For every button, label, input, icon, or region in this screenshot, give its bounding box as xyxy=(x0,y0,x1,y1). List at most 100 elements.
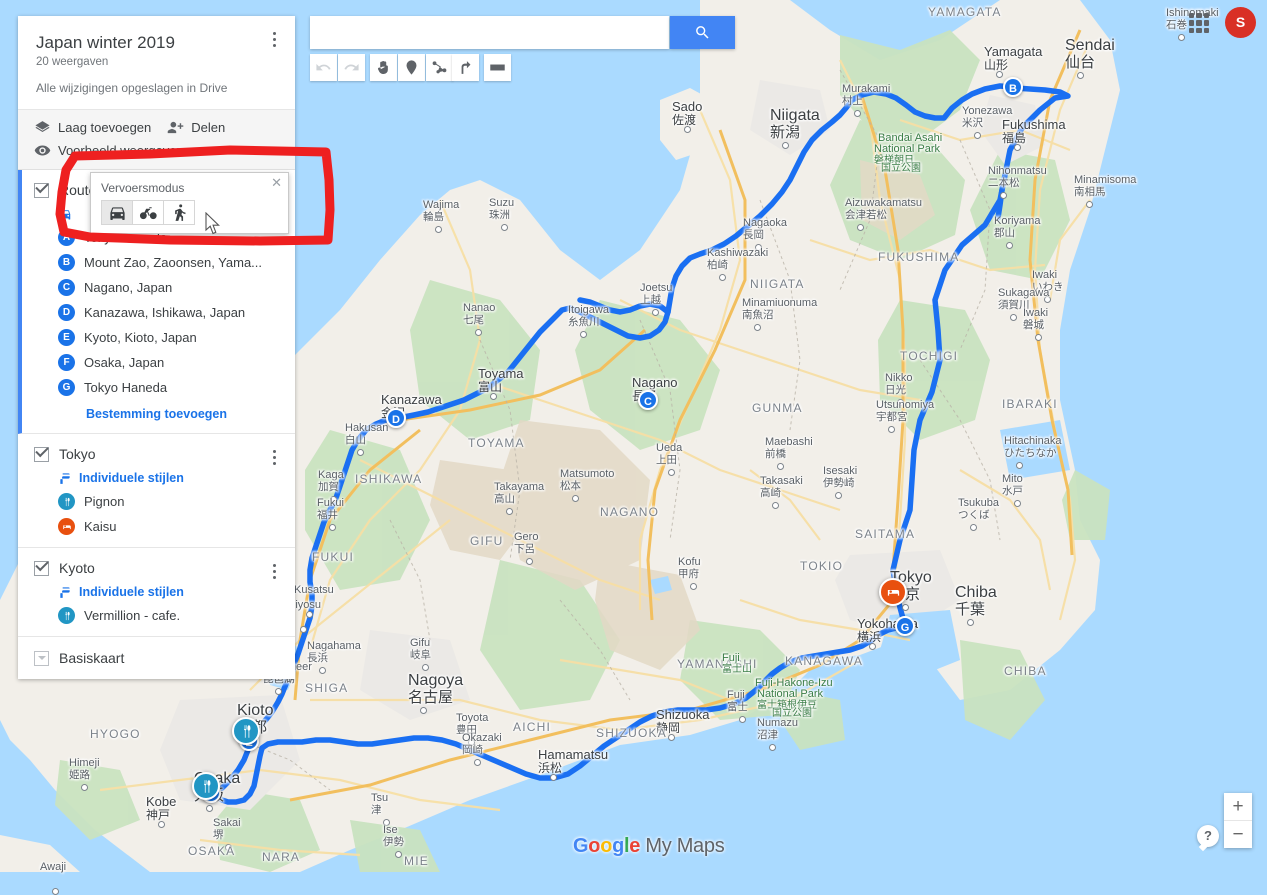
map-marker-b[interactable]: B xyxy=(1003,77,1023,97)
search-box[interactable] xyxy=(310,16,669,49)
basemap-label: Basiskaart xyxy=(59,650,125,667)
map-marker-d[interactable]: D xyxy=(386,408,406,428)
avatar[interactable]: S xyxy=(1225,7,1256,38)
add-layer-button[interactable]: Laag toevoegen xyxy=(34,119,151,136)
route-stop-d[interactable]: D Kanazawa, Ishikawa, Japan xyxy=(58,304,279,322)
preview-button[interactable]: Voorbeeld weergeven xyxy=(34,142,184,159)
bike-mode-button[interactable] xyxy=(132,200,164,225)
car-mode-button[interactable] xyxy=(101,200,133,225)
layer-checkbox[interactable] xyxy=(34,446,49,462)
help-button[interactable]: ? xyxy=(1197,825,1219,847)
search-input[interactable] xyxy=(310,16,669,49)
layer-checkbox[interactable] xyxy=(34,560,49,576)
layer-name: Kyoto xyxy=(59,560,95,577)
my-maps-text: My Maps xyxy=(640,835,725,857)
car-icon xyxy=(109,207,125,221)
bicycle-icon xyxy=(139,207,157,220)
individual-styles-link[interactable]: Individuele stijlen xyxy=(58,471,279,485)
preview-label: Voorbeeld weergeven xyxy=(58,143,184,159)
map-views-count: 20 weergaven xyxy=(36,56,109,69)
layer-route-checkbox[interactable] xyxy=(34,182,49,198)
route-stop-e[interactable]: E Kyoto, Kioto, Japan xyxy=(58,329,279,347)
route-stop-badge: B xyxy=(58,254,75,272)
map-actions: Laag toevoegen Delen Voorbeeld weergeven xyxy=(18,109,295,171)
route-stop-badge: C xyxy=(58,279,75,297)
search-button[interactable] xyxy=(670,16,735,49)
map-options-menu-button[interactable] xyxy=(265,32,283,52)
route-stop-badge: G xyxy=(58,379,75,397)
route-stop-label: Kyoto, Kioto, Japan xyxy=(84,330,197,346)
polyline-icon xyxy=(432,61,447,74)
zoom-controls: + − xyxy=(1224,793,1252,848)
apps-grid-icon[interactable] xyxy=(1186,10,1212,36)
draw-line-button[interactable] xyxy=(426,54,453,81)
route-stop-c[interactable]: C Nagano, Japan xyxy=(58,279,279,297)
pan-tool-button[interactable] xyxy=(370,54,397,81)
layer-name: Tokyo xyxy=(59,446,96,463)
map-marker-g[interactable]: G xyxy=(895,616,915,636)
layer-tokyo[interactable]: Tokyo Individuele stijlen Pignon Kaisu xyxy=(18,434,295,549)
map-details-panel: Japan winter 2019 20 weergaven Alle wijz… xyxy=(18,16,295,680)
measure-distance-button[interactable] xyxy=(484,54,511,81)
lodging-icon xyxy=(58,518,75,536)
add-layer-label: Laag toevoegen xyxy=(58,120,152,136)
zoom-in-button[interactable]: + xyxy=(1224,793,1252,821)
route-stop-label: Tokyo Haneda xyxy=(84,380,168,396)
add-marker-button[interactable] xyxy=(398,54,425,81)
route-stop-label: Osaka, Japan xyxy=(84,355,165,371)
route-stop-badge: F xyxy=(58,354,75,372)
route-stop-badge: D xyxy=(58,304,75,322)
basemap-row[interactable]: Basiskaart xyxy=(18,637,295,679)
route-stop-list: A Tokyo Haneda B Mount Zao, Zaoonsen, Yama.… xyxy=(34,229,279,397)
map-poi-pignon[interactable] xyxy=(192,772,220,800)
walk-mode-button[interactable] xyxy=(163,200,195,225)
ruler-icon xyxy=(490,64,505,71)
route-stop-g[interactable]: G Tokyo Haneda xyxy=(58,379,279,397)
add-destination-link[interactable]: Bestemming toevoegen xyxy=(86,407,279,421)
map-marker-c[interactable]: C xyxy=(638,390,658,410)
map-edit-tools xyxy=(370,54,454,81)
place-item[interactable]: Pignon xyxy=(58,493,279,511)
measure-tool xyxy=(484,54,512,81)
route-stop-b[interactable]: B Mount Zao, Zaoonsen, Yama... xyxy=(58,254,279,272)
route-stop-badge: E xyxy=(58,329,75,347)
map-poi-vermillion-cafe[interactable] xyxy=(232,717,260,745)
place-label: Kaisu xyxy=(84,519,117,535)
individual-styles-label: Individuele stijlen xyxy=(79,471,184,486)
layer-header[interactable]: Kyoto xyxy=(34,560,279,576)
transport-mode-popup[interactable]: ✕ Vervoersmodus xyxy=(90,172,289,234)
share-button[interactable]: Delen xyxy=(167,119,225,136)
route-stop-f[interactable]: F Osaka, Japan xyxy=(58,354,279,372)
directions-tool xyxy=(452,54,480,81)
layer-kyoto[interactable]: Kyoto Individuele stijlen Vermillion - caf… xyxy=(18,548,295,638)
layer-header[interactable]: Tokyo xyxy=(34,446,279,462)
save-status: Alle wijzigingen opgeslagen in Drive xyxy=(36,81,228,96)
layers-icon xyxy=(34,119,51,136)
layer-options-menu-button[interactable] xyxy=(265,450,283,470)
undo-button[interactable] xyxy=(310,54,337,81)
zoom-out-button[interactable]: − xyxy=(1224,821,1252,848)
layer-options-menu-button[interactable] xyxy=(265,564,283,584)
place-item[interactable]: Vermillion - cafe. xyxy=(58,607,279,625)
close-icon[interactable]: ✕ xyxy=(271,176,282,189)
paint-roller-icon xyxy=(60,587,70,599)
redo-arrow-icon xyxy=(344,63,359,71)
google-my-maps-logo: Google My Maps xyxy=(573,835,725,857)
individual-styles-label: Individuele stijlen xyxy=(79,585,184,600)
map-poi-kaisu[interactable] xyxy=(879,578,907,606)
redo-button[interactable] xyxy=(338,54,365,81)
layer-list: Tokyo Individuele stijlen Pignon Kaisu Kyoto… xyxy=(18,434,295,638)
search-icon xyxy=(696,26,709,39)
hand-icon xyxy=(378,60,388,74)
walking-icon xyxy=(174,204,185,221)
person-add-icon xyxy=(167,119,184,136)
eye-icon xyxy=(34,142,51,159)
map-pin-icon xyxy=(406,60,417,75)
share-label: Delen xyxy=(191,120,226,136)
individual-styles-link[interactable]: Individuele stijlen xyxy=(58,585,279,599)
add-directions-button[interactable] xyxy=(452,54,479,81)
place-item[interactable]: Kaisu xyxy=(58,518,279,536)
restaurant-icon xyxy=(58,607,75,625)
map-header: Japan winter 2019 20 weergaven Alle wijz… xyxy=(18,16,295,109)
paint-roller-icon xyxy=(60,473,70,485)
